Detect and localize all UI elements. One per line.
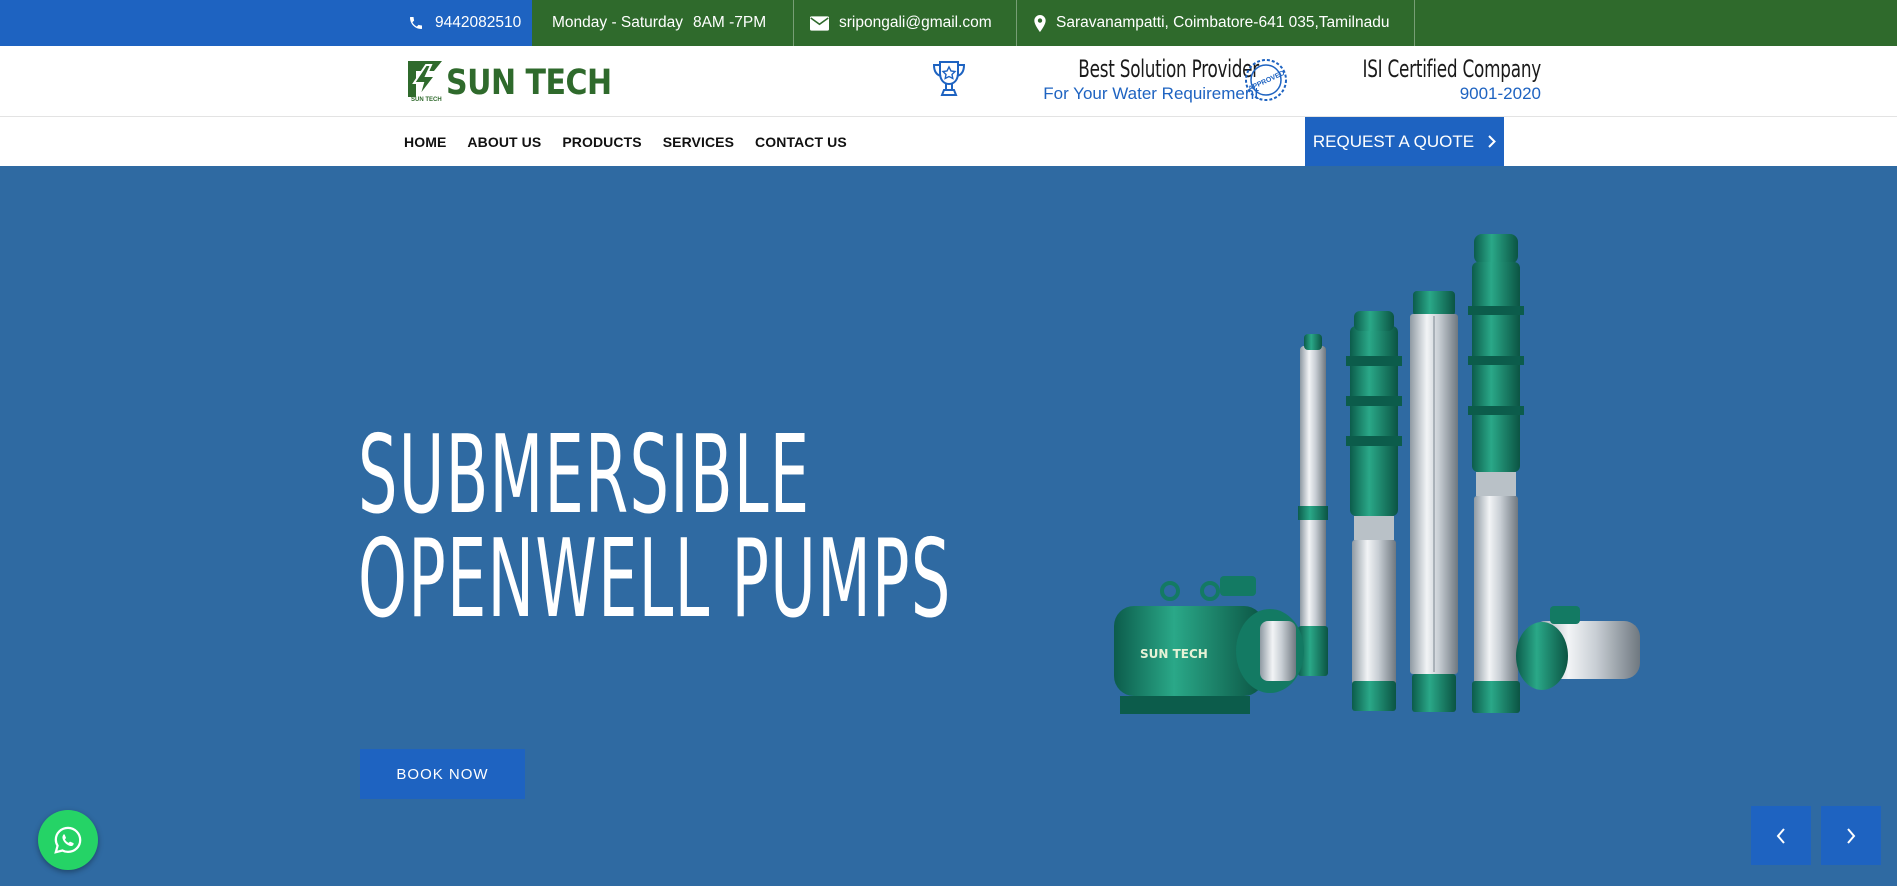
hero-title: SUBMERSIBLE OPENWELL PUMPS <box>358 413 952 642</box>
chevron-right-icon <box>1847 827 1856 844</box>
nav-menu: HOME ABOUT US PRODUCTS SERVICES CONTACT … <box>404 117 868 166</box>
pump-tall <box>1410 291 1458 712</box>
envelope-icon <box>810 15 829 31</box>
topbar-divider <box>1016 0 1017 46</box>
trophy-icon <box>932 60 966 96</box>
hours-time: 8AM -7PM <box>692 14 767 31</box>
isi-certified-subtitle: 9001-2020 <box>1459 84 1541 103</box>
request-quote-button[interactable]: REQUEST A QUOTE <box>1305 117 1504 166</box>
top-bar: 9442082510 Monday - Saturday 8AM -7PM sr… <box>0 0 1897 46</box>
pump-openwell-small <box>1516 606 1640 690</box>
approved-seal-icon: APPROVED <box>1245 58 1287 101</box>
pump-tallest <box>1468 234 1524 713</box>
best-solution-title: Best Solution Provider <box>1078 55 1259 83</box>
address-text: Saravanampatti, Coimbatore-641 035,Tamil… <box>1056 14 1390 31</box>
topbar-address: Saravanampatti, Coimbatore-641 035,Tamil… <box>1034 0 1389 46</box>
site-logo[interactable]: SUN TECH SUN TECH <box>404 59 612 105</box>
hours-days: Monday - Saturday <box>552 14 683 31</box>
nav-item-about-us[interactable]: ABOUT US <box>467 134 541 150</box>
hero-title-line1: SUBMERSIBLE <box>358 413 811 538</box>
lightning-logo-icon: SUN TECH <box>404 59 444 105</box>
hero-slider: SUBMERSIBLE OPENWELL PUMPS BOOK NOW SUN … <box>0 166 1897 886</box>
logo-name: SUN TECH <box>446 63 612 104</box>
pump-thin <box>1298 334 1328 676</box>
site-header: SUN TECH SUN TECH Best Solution Provider… <box>0 46 1897 117</box>
book-now-button[interactable]: BOOK NOW <box>360 749 525 799</box>
topbar-divider <box>1414 0 1415 46</box>
slider-prev-button[interactable] <box>1751 806 1811 865</box>
main-nav: HOME ABOUT US PRODUCTS SERVICES CONTACT … <box>0 117 1897 166</box>
nav-item-contact-us[interactable]: CONTACT US <box>755 134 847 150</box>
pumps-image: SUN TECH <box>1114 234 1640 714</box>
topbar-hours: Monday - Saturday 8AM -7PM <box>552 0 766 46</box>
whatsapp-icon <box>54 826 82 854</box>
topbar-divider <box>793 0 794 46</box>
phone-icon <box>410 17 422 29</box>
best-solution-block: Best Solution Provider For Your Water Re… <box>929 55 1259 104</box>
nav-item-products[interactable]: PRODUCTS <box>562 134 641 150</box>
email-address: sripongali@gmail.com <box>839 14 992 31</box>
nav-item-services[interactable]: SERVICES <box>663 134 734 150</box>
isi-certified-title: ISI Certified Company <box>1362 55 1541 83</box>
whatsapp-button[interactable] <box>38 810 98 870</box>
slider-next-button[interactable] <box>1821 806 1881 865</box>
chevron-right-icon <box>1488 135 1497 148</box>
pump-medium <box>1346 311 1402 711</box>
map-pin-icon <box>1034 14 1046 32</box>
hero-title-line2: OPENWELL PUMPS <box>358 517 952 642</box>
topbar-phone[interactable]: 9442082510 <box>408 0 521 46</box>
best-solution-subtitle: For Your Water Requirement <box>1043 84 1259 103</box>
isi-certified-block: APPROVED ISI Certified Company 9001-2020 <box>1243 55 1541 104</box>
chevron-left-icon <box>1776 827 1785 844</box>
request-quote-label: REQUEST A QUOTE <box>1312 131 1475 151</box>
pump-openwell-large: SUN TECH <box>1114 576 1304 714</box>
phone-number: 9442082510 <box>435 14 522 31</box>
nav-item-home[interactable]: HOME <box>404 134 446 150</box>
topbar-email[interactable]: sripongali@gmail.com <box>810 0 992 46</box>
pump-brand-label: SUN TECH <box>1140 647 1208 661</box>
logo-subtext: SUN TECH <box>411 97 442 103</box>
